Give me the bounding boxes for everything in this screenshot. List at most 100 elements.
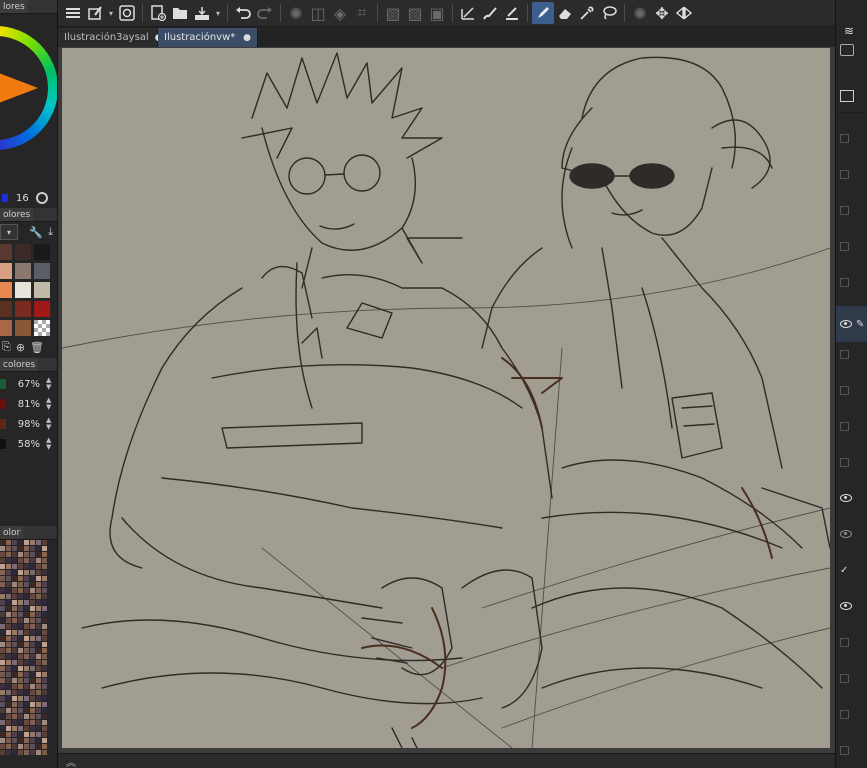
clear-selection-icon[interactable]: ◫	[307, 2, 329, 24]
chevron-down-icon[interactable]: ▾	[106, 2, 116, 24]
color-set-panel-header[interactable]: olores	[0, 208, 57, 222]
wrench-icon[interactable]: 🔧	[29, 226, 43, 239]
layer-row[interactable]	[836, 480, 867, 516]
visibility-toggle[interactable]	[840, 457, 849, 467]
swatch[interactable]	[34, 282, 50, 298]
import-icon[interactable]: ⤓	[48, 225, 53, 239]
tab-ilustracion3aysal[interactable]: Ilustración3aysal ●	[58, 28, 163, 47]
color-chip[interactable]	[0, 439, 6, 449]
visibility-toggle[interactable]	[840, 133, 849, 143]
chevron-up-icon[interactable]: ︽	[66, 754, 76, 768]
layer-thumb-icon[interactable]	[840, 44, 854, 56]
stepper-icon[interactable]: ▲ ▼	[46, 397, 51, 411]
layer-row[interactable]	[836, 372, 867, 408]
check-icon[interactable]: ✓	[840, 565, 848, 576]
layer-row[interactable]	[836, 516, 867, 552]
swatch[interactable]	[0, 301, 12, 317]
sub-color-swatch[interactable]	[2, 194, 8, 202]
transform-icon[interactable]: ⌗	[351, 2, 373, 24]
layer-row[interactable]	[836, 264, 867, 300]
visibility-toggle[interactable]	[840, 745, 849, 755]
swatch[interactable]	[0, 320, 12, 336]
menu-icon[interactable]	[62, 2, 84, 24]
color-chip[interactable]	[0, 419, 6, 429]
pen-tool-icon[interactable]	[532, 2, 554, 24]
redo-icon[interactable]	[254, 2, 276, 24]
stepper-icon[interactable]: ▲ ▼	[46, 377, 51, 391]
ring-icon[interactable]	[35, 192, 48, 204]
spinner-icon[interactable]: ✺	[285, 2, 307, 24]
visibility-toggle[interactable]	[840, 673, 849, 683]
intermediate-color-header[interactable]: colores	[0, 358, 57, 372]
visibility-toggle[interactable]	[840, 421, 849, 431]
layer-row[interactable]	[836, 696, 867, 732]
eraser-icon[interactable]	[554, 2, 576, 24]
color-wheel-panel-header[interactable]: lores	[0, 0, 57, 14]
swatch[interactable]	[34, 263, 50, 279]
layers-stack-icon[interactable]: ≋	[844, 24, 854, 38]
selection-tool-icon[interactable]	[84, 2, 106, 24]
eyedropper-icon[interactable]	[576, 2, 598, 24]
ruler-pen-icon[interactable]	[457, 2, 479, 24]
grid-icon[interactable]: ▧	[382, 2, 404, 24]
trash-icon[interactable]: 🗑	[30, 341, 44, 354]
frame-icon[interactable]: ▣	[426, 2, 448, 24]
visibility-toggle[interactable]	[840, 385, 849, 395]
unsaved-dot-icon[interactable]: ●	[243, 33, 251, 43]
layer-row[interactable]	[836, 156, 867, 192]
loading-spinner-icon[interactable]: ✺	[629, 2, 651, 24]
layer-row[interactable]	[836, 192, 867, 228]
eye-icon[interactable]	[840, 320, 852, 328]
copy-icon[interactable]: ⎘	[2, 340, 11, 354]
layer-row[interactable]	[836, 588, 867, 624]
swatch[interactable]	[15, 244, 31, 260]
add-color-icon[interactable]: ⊕	[16, 341, 25, 354]
lasso-icon[interactable]	[598, 2, 620, 24]
visibility-toggle[interactable]	[840, 169, 849, 179]
stepper-icon[interactable]: ▲ ▼	[46, 417, 51, 431]
eye-icon[interactable]	[840, 530, 852, 538]
eye-icon[interactable]	[840, 494, 852, 502]
swatch[interactable]	[34, 244, 50, 260]
color-chip[interactable]	[0, 379, 6, 389]
transparent-swatch[interactable]	[34, 320, 50, 336]
marker-icon[interactable]	[501, 2, 523, 24]
undo-icon[interactable]	[232, 2, 254, 24]
swatch[interactable]	[15, 301, 31, 317]
color-set-dropdown[interactable]: ▾	[0, 224, 18, 240]
crop-icon[interactable]: ▨	[404, 2, 426, 24]
swatch[interactable]	[0, 263, 12, 279]
visibility-toggle[interactable]	[840, 709, 849, 719]
swatch[interactable]	[15, 282, 31, 298]
drawing-canvas[interactable]	[61, 48, 831, 749]
color-chip[interactable]	[0, 399, 6, 409]
brush-icon[interactable]	[479, 2, 501, 24]
layer-row[interactable]	[836, 732, 867, 768]
layer-row[interactable]	[836, 336, 867, 372]
swatch[interactable]	[15, 320, 31, 336]
fill-icon[interactable]: ◈	[329, 2, 351, 24]
open-file-icon[interactable]	[169, 2, 191, 24]
layer-row[interactable]	[836, 660, 867, 696]
visibility-toggle[interactable]	[840, 637, 849, 647]
saturation-triangle[interactable]	[0, 62, 38, 114]
layer-row[interactable]	[836, 228, 867, 264]
mixing-color-header[interactable]: olor	[0, 526, 57, 540]
visibility-toggle[interactable]	[840, 349, 849, 359]
swatch[interactable]	[15, 263, 31, 279]
layer-row[interactable]	[836, 444, 867, 480]
save-icon[interactable]	[191, 2, 213, 24]
chevron-down-icon[interactable]: ▾	[213, 2, 223, 24]
swatch[interactable]	[0, 244, 12, 260]
tab-ilustracionvw[interactable]: Ilustraciónvw* ●	[158, 28, 258, 47]
layer-icon[interactable]	[116, 2, 138, 24]
swatch[interactable]	[34, 301, 50, 317]
layer-row[interactable]	[836, 624, 867, 660]
visibility-toggle[interactable]	[840, 205, 849, 215]
visibility-toggle[interactable]	[840, 241, 849, 251]
move-icon[interactable]: ✥	[651, 2, 673, 24]
visibility-toggle[interactable]	[840, 277, 849, 287]
canvas-area[interactable]	[58, 47, 835, 753]
swatch[interactable]	[0, 282, 12, 298]
layer-row[interactable]	[836, 120, 867, 156]
